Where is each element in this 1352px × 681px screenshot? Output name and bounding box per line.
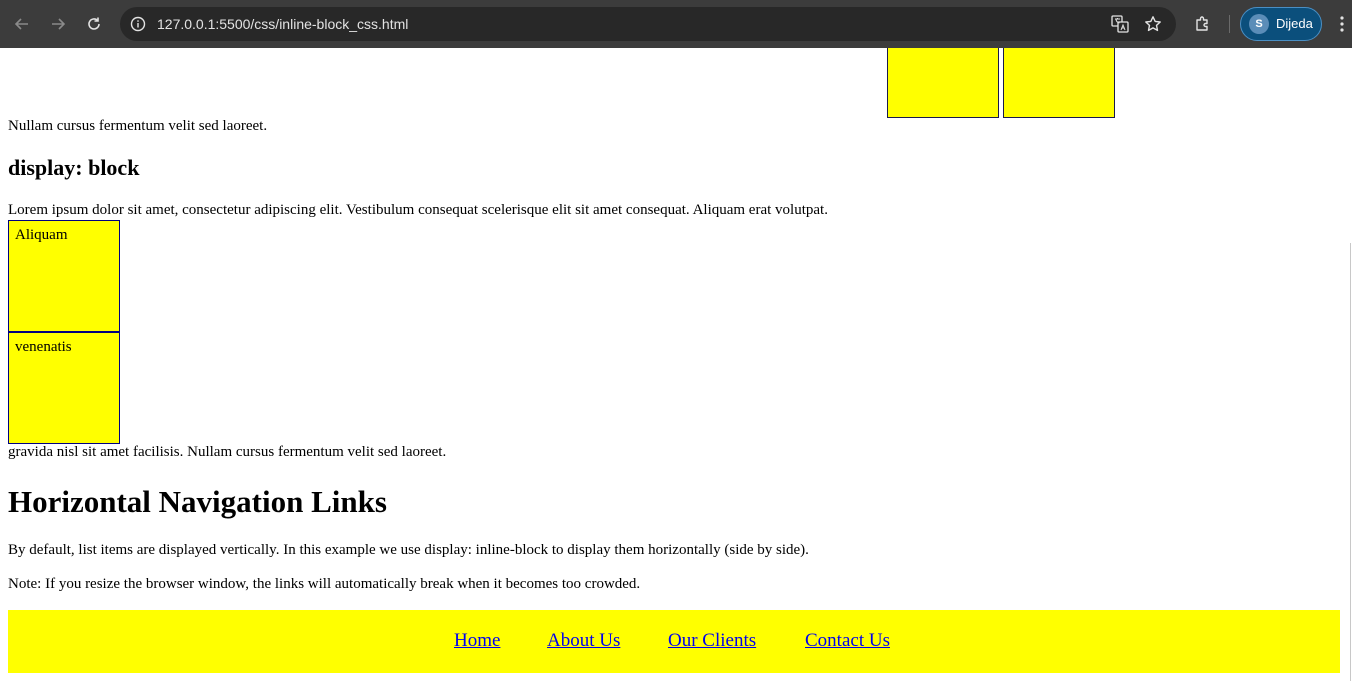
nav-description: By default, list items are displayed ver… — [8, 542, 809, 558]
page-viewport: Nullam cursus fermentum velit sed laoree… — [0, 48, 1352, 681]
extensions-icon[interactable] — [1191, 12, 1215, 36]
block-paragraph: Lorem ipsum dolor sit amet, consectetur … — [8, 202, 828, 218]
nav-note: Note: If you resize the browser window, … — [8, 576, 641, 592]
nav-link-contact[interactable]: Contact Us — [805, 630, 890, 652]
site-info-icon[interactable] — [128, 14, 148, 34]
bookmark-star-icon[interactable] — [1143, 14, 1163, 34]
nav-link-clients[interactable]: Our Clients — [668, 630, 756, 652]
horizontal-nav: Home About Us Our Clients Contact Us — [8, 610, 1341, 673]
block-paragraph-tail: gravida nisl sit amet facilisis. Nullam … — [8, 444, 447, 460]
url-text[interactable]: 127.0.0.1:5500/css/inline-block_css.html — [157, 16, 408, 32]
nav-link-about[interactable]: About Us — [547, 630, 620, 652]
address-bar[interactable]: 127.0.0.1:5500/css/inline-block_css.html — [120, 7, 1176, 41]
browser-toolbar: 127.0.0.1:5500/css/inline-block_css.html… — [0, 0, 1352, 48]
profile-name: Dijeda — [1276, 16, 1313, 31]
section-heading-block: display: block — [8, 155, 140, 180]
forward-icon[interactable] — [46, 12, 70, 36]
toolbar-divider — [1229, 15, 1230, 33]
block-box-label: Aliquam — [15, 227, 68, 243]
avatar: S — [1249, 14, 1269, 34]
block-box: Aliquam — [8, 220, 120, 332]
section-heading-nav: Horizontal Navigation Links — [8, 484, 387, 519]
profile-button[interactable]: S Dijeda — [1240, 7, 1322, 41]
block-box: venenatis — [8, 332, 120, 444]
block-box-label: venenatis — [15, 339, 72, 355]
reload-icon[interactable] — [82, 12, 106, 36]
nav-link-home[interactable]: Home — [454, 630, 500, 652]
scrollbar-thumb[interactable] — [1350, 243, 1351, 681]
back-icon[interactable] — [10, 12, 34, 36]
menu-icon[interactable] — [1332, 12, 1352, 36]
inline-block-box — [1003, 48, 1115, 118]
translate-icon[interactable] — [1110, 14, 1130, 34]
inline-block-box — [887, 48, 999, 118]
paragraph-tail: Nullam cursus fermentum velit sed laoree… — [8, 118, 268, 134]
